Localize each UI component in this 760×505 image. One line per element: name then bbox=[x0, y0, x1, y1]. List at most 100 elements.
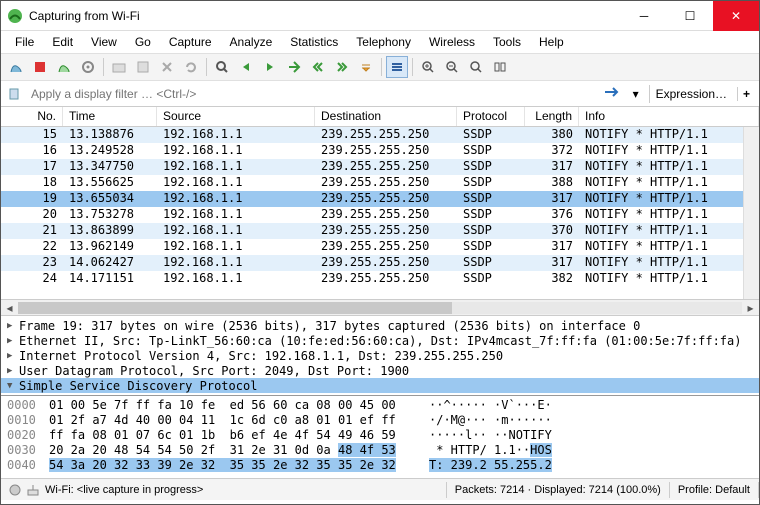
table-row[interactable]: 2013.753278192.168.1.1239.255.255.250SSD… bbox=[1, 207, 759, 223]
open-file-icon[interactable] bbox=[108, 56, 130, 78]
cell-len: 376 bbox=[525, 207, 579, 223]
zoom-in-icon[interactable] bbox=[417, 56, 439, 78]
start-capture-icon[interactable] bbox=[5, 56, 27, 78]
table-row[interactable]: 1613.249528192.168.1.1239.255.255.250SSD… bbox=[1, 143, 759, 159]
stop-capture-icon[interactable] bbox=[29, 56, 51, 78]
menu-go[interactable]: Go bbox=[127, 33, 159, 51]
cell-info: NOTIFY * HTTP/1.1 bbox=[579, 159, 759, 175]
menu-capture[interactable]: Capture bbox=[161, 33, 220, 51]
table-row[interactable]: 2113.863899192.168.1.1239.255.255.250SSD… bbox=[1, 223, 759, 239]
go-back-icon[interactable] bbox=[235, 56, 257, 78]
table-row[interactable]: 2314.062427192.168.1.1239.255.255.250SSD… bbox=[1, 255, 759, 271]
resize-columns-icon[interactable] bbox=[489, 56, 511, 78]
menu-tools[interactable]: Tools bbox=[485, 33, 529, 51]
add-filter-button[interactable]: + bbox=[737, 87, 755, 101]
cell-src: 192.168.1.1 bbox=[157, 159, 315, 175]
filter-dropdown-icon[interactable]: ▾ bbox=[627, 85, 645, 103]
packet-list[interactable]: 1513.138876192.168.1.1239.255.255.250SSD… bbox=[1, 127, 759, 299]
filter-bookmark-icon[interactable] bbox=[5, 85, 23, 103]
hex-row[interactable]: 004054 3a 20 32 33 39 2e 32 35 35 2e 32 … bbox=[7, 458, 753, 473]
scroll-left-icon[interactable]: ◂ bbox=[1, 301, 18, 315]
horizontal-scrollbar[interactable]: ◂ ▸ bbox=[1, 299, 759, 316]
hex-row[interactable]: 003020 2a 20 48 54 54 50 2f 31 2e 31 0d … bbox=[7, 443, 753, 458]
col-destination[interactable]: Destination bbox=[315, 107, 457, 126]
cell-dst: 239.255.255.250 bbox=[315, 239, 457, 255]
go-forward-icon[interactable] bbox=[259, 56, 281, 78]
hex-ascii: ·····l·· ··NOTIFY bbox=[429, 428, 753, 443]
separator bbox=[381, 58, 382, 76]
reload-icon[interactable] bbox=[180, 56, 202, 78]
vertical-scrollbar[interactable] bbox=[743, 127, 759, 299]
expand-icon[interactable]: ▶ bbox=[7, 351, 19, 361]
expand-icon[interactable]: ▶ bbox=[7, 321, 19, 331]
detail-row[interactable]: ▶Frame 19: 317 bytes on wire (2536 bits)… bbox=[1, 318, 759, 333]
menu-analyze[interactable]: Analyze bbox=[222, 33, 281, 51]
detail-text: Ethernet II, Src: Tp-LinkT_56:60:ca (10:… bbox=[19, 334, 741, 348]
maximize-button[interactable]: ☐ bbox=[667, 1, 713, 31]
restart-capture-icon[interactable] bbox=[53, 56, 75, 78]
colorize-icon[interactable] bbox=[386, 56, 408, 78]
table-row[interactable]: 1513.138876192.168.1.1239.255.255.250SSD… bbox=[1, 127, 759, 143]
hex-row[interactable]: 001001 2f a7 4d 40 00 04 11 1c 6d c0 a8 … bbox=[7, 413, 753, 428]
go-first-icon[interactable] bbox=[307, 56, 329, 78]
cell-no: 15 bbox=[1, 127, 63, 143]
expand-icon[interactable]: ▶ bbox=[7, 336, 19, 346]
detail-row[interactable]: ▶User Datagram Protocol, Src Port: 2049,… bbox=[1, 363, 759, 378]
find-icon[interactable] bbox=[211, 56, 233, 78]
table-row[interactable]: 2213.962149192.168.1.1239.255.255.250SSD… bbox=[1, 239, 759, 255]
hex-offset: 0030 bbox=[7, 443, 49, 458]
cell-dst: 239.255.255.250 bbox=[315, 191, 457, 207]
table-row[interactable]: 1913.655034192.168.1.1239.255.255.250SSD… bbox=[1, 191, 759, 207]
minimize-button[interactable]: ─ bbox=[621, 1, 667, 31]
capture-options-icon[interactable] bbox=[77, 56, 99, 78]
col-protocol[interactable]: Protocol bbox=[457, 107, 525, 126]
col-source[interactable]: Source bbox=[157, 107, 315, 126]
col-time[interactable]: Time bbox=[63, 107, 157, 126]
titlebar: Capturing from Wi-Fi ─ ☐ ✕ bbox=[1, 1, 759, 31]
expression-button[interactable]: Expression… bbox=[649, 85, 733, 103]
expert-info-icon[interactable] bbox=[27, 484, 39, 496]
cell-proto: SSDP bbox=[457, 143, 525, 159]
status-profile[interactable]: Profile: Default bbox=[670, 482, 759, 498]
zoom-reset-icon[interactable] bbox=[465, 56, 487, 78]
cell-dst: 239.255.255.250 bbox=[315, 143, 457, 159]
go-last-icon[interactable] bbox=[331, 56, 353, 78]
auto-scroll-icon[interactable] bbox=[355, 56, 377, 78]
cell-len: 317 bbox=[525, 239, 579, 255]
hex-row[interactable]: 000001 00 5e 7f ff fa 10 fe ed 56 60 ca … bbox=[7, 398, 753, 413]
statusbar: Wi-Fi: <live capture in progress> Packet… bbox=[1, 478, 759, 500]
col-length[interactable]: Length bbox=[525, 107, 579, 126]
packet-details[interactable]: ▶Frame 19: 317 bytes on wire (2536 bits)… bbox=[1, 316, 759, 396]
cell-dst: 239.255.255.250 bbox=[315, 175, 457, 191]
packet-bytes[interactable]: 000001 00 5e 7f ff fa 10 fe ed 56 60 ca … bbox=[1, 396, 759, 478]
hex-offset: 0000 bbox=[7, 398, 49, 413]
menu-wireless[interactable]: Wireless bbox=[421, 33, 483, 51]
menu-telephony[interactable]: Telephony bbox=[348, 33, 419, 51]
detail-row[interactable]: ▶Ethernet II, Src: Tp-LinkT_56:60:ca (10… bbox=[1, 333, 759, 348]
save-file-icon[interactable] bbox=[132, 56, 154, 78]
menu-statistics[interactable]: Statistics bbox=[282, 33, 346, 51]
menu-file[interactable]: File bbox=[7, 33, 42, 51]
hex-row[interactable]: 0020ff fa 08 01 07 6c 01 1b b6 ef 4e 4f … bbox=[7, 428, 753, 443]
menu-edit[interactable]: Edit bbox=[44, 33, 81, 51]
menu-view[interactable]: View bbox=[83, 33, 125, 51]
close-button[interactable]: ✕ bbox=[713, 1, 759, 31]
detail-row[interactable]: ▼Simple Service Discovery Protocol bbox=[1, 378, 759, 393]
separator bbox=[103, 58, 104, 76]
menu-help[interactable]: Help bbox=[531, 33, 572, 51]
table-row[interactable]: 1713.347750192.168.1.1239.255.255.250SSD… bbox=[1, 159, 759, 175]
display-filter-input[interactable] bbox=[27, 84, 597, 104]
col-info[interactable]: Info bbox=[579, 107, 759, 126]
filter-apply-icon[interactable] bbox=[601, 86, 623, 101]
expand-icon[interactable]: ▼ bbox=[7, 381, 19, 391]
table-row[interactable]: 2414.171151192.168.1.1239.255.255.250SSD… bbox=[1, 271, 759, 287]
zoom-out-icon[interactable] bbox=[441, 56, 463, 78]
scroll-right-icon[interactable]: ▸ bbox=[742, 301, 759, 315]
close-file-icon[interactable] bbox=[156, 56, 178, 78]
expand-icon[interactable]: ▶ bbox=[7, 366, 19, 376]
hex-bytes: 01 00 5e 7f ff fa 10 fe ed 56 60 ca 08 0… bbox=[49, 398, 429, 413]
col-no[interactable]: No. bbox=[1, 107, 63, 126]
go-to-packet-icon[interactable] bbox=[283, 56, 305, 78]
detail-row[interactable]: ▶Internet Protocol Version 4, Src: 192.1… bbox=[1, 348, 759, 363]
table-row[interactable]: 1813.556625192.168.1.1239.255.255.250SSD… bbox=[1, 175, 759, 191]
